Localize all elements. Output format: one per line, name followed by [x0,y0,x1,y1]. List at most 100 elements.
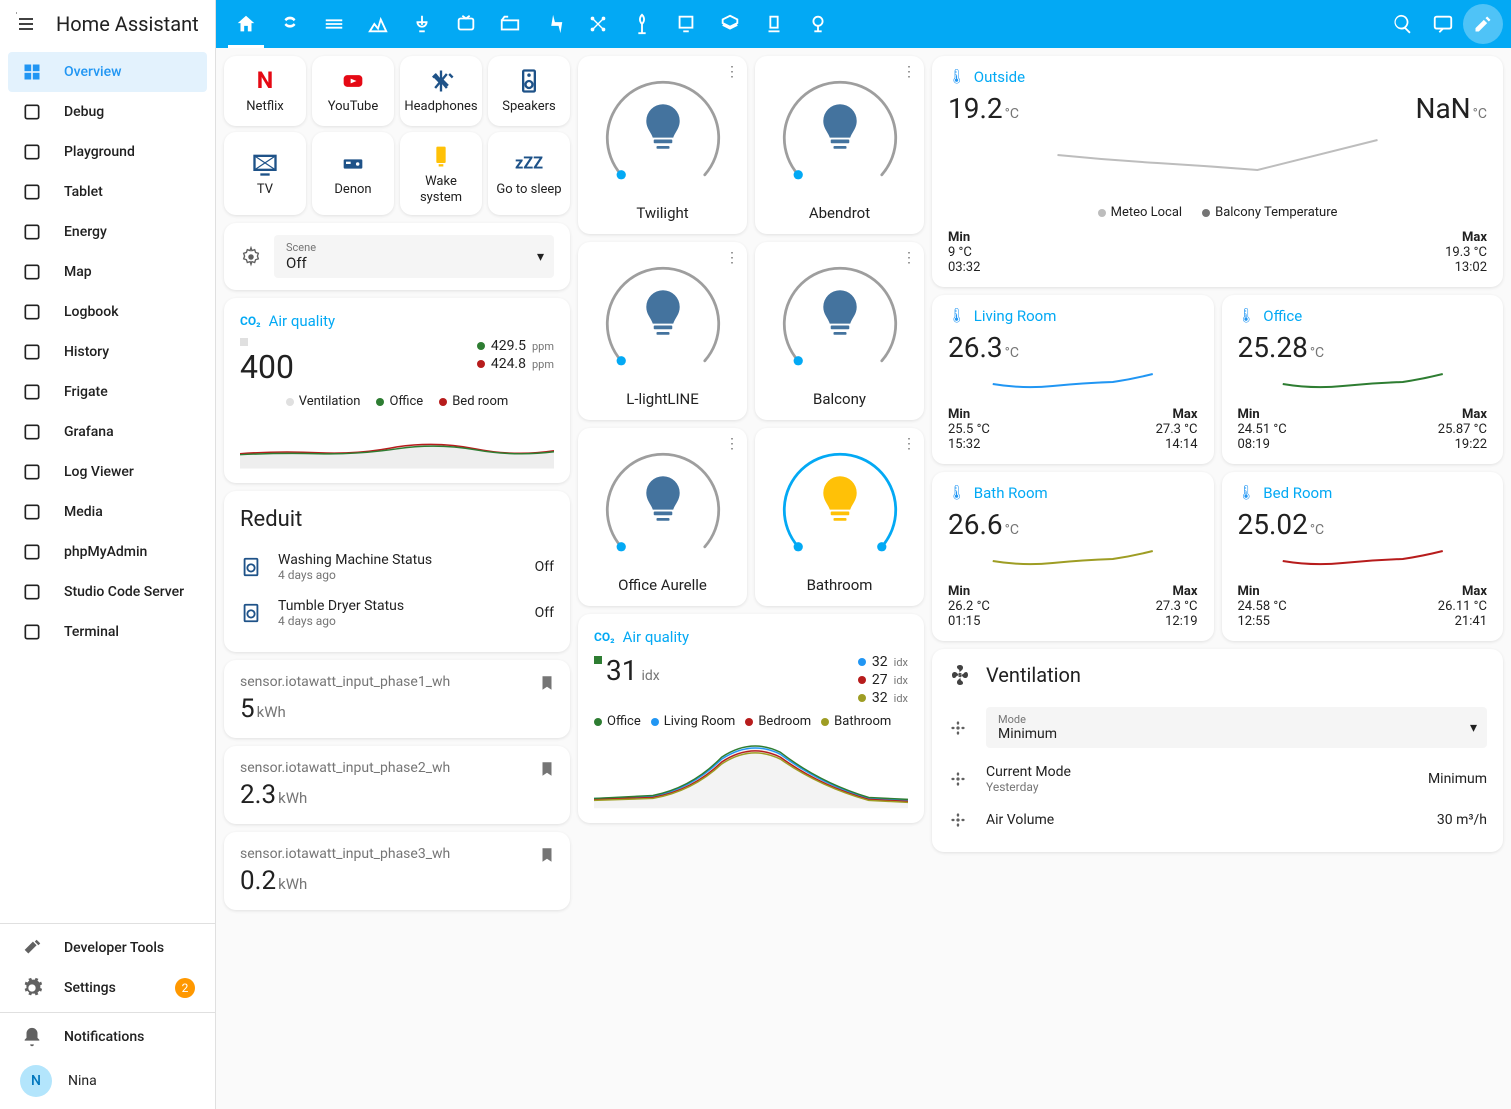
washer-icon [240,602,264,624]
quick-icon [515,67,543,95]
air-quality-card-1: CO₂ Air quality 400 429.5ppm424.8ppm Ven… [224,298,570,483]
sidebar-item-log-viewer[interactable]: Log Viewer [8,452,207,492]
air-quality-chart-2 [594,729,908,809]
topbar-tab-5[interactable] [444,0,488,48]
quick-button-tv[interactable]: TV [224,132,306,215]
sidebar-item-studio-code-server[interactable]: Studio Code Server [8,572,207,612]
topbar-tab-10[interactable] [664,0,708,48]
reduit-card: Reduit Washing Machine Status4 days agoO… [224,491,570,652]
quick-icon [427,67,455,95]
bookmark-icon [538,846,556,864]
sidebar-item-debug[interactable]: Debug [8,92,207,132]
sidebar-item-phpmyadmin[interactable]: phpMyAdmin [8,532,207,572]
quick-button-headphones[interactable]: Headphones [400,56,482,126]
bookmark-icon [538,674,556,692]
co2-icon: CO₂ [594,630,615,644]
nav-icon [20,220,44,244]
sidebar-notifications[interactable]: Notifications [8,1017,207,1057]
topbar-tab-12[interactable] [752,0,796,48]
room-card-bed-room[interactable]: 🌡Bed Room 25.02°C Min24.58 °C12:55 Max26… [1222,472,1504,641]
quick-button-youtube[interactable]: YouTube [312,56,394,126]
entity-row[interactable]: Washing Machine Status4 days agoOff [240,544,554,590]
ventilation-card: Ventilation Mode Minimum ▾ Current [932,649,1503,852]
air-quality-card-2: CO₂ Air quality 31 idx 32idx27idx32idx O… [578,614,924,823]
sidebar-item-grafana[interactable]: Grafana [8,412,207,452]
nav-icon [20,140,44,164]
nav-icon [20,580,44,604]
topbar [216,0,1511,48]
outside-chart [948,125,1487,195]
quick-button-speakers[interactable]: Speakers [488,56,570,126]
topbar-tab-8[interactable] [576,0,620,48]
topbar-tab-4[interactable] [400,0,444,48]
thermometer-icon: 🌡 [948,308,966,324]
sidebar-item-frigate[interactable]: Frigate [8,372,207,412]
sidebar-item-playground[interactable]: Playground [8,132,207,172]
light-card-balcony[interactable]: ⋮ Balcony [755,242,924,420]
room-card-bath-room[interactable]: 🌡Bath Room 26.6°C Min26.2 °C01:15 Max27.… [932,472,1214,641]
gear-icon [20,976,44,1000]
light-card-l-lightline[interactable]: ⋮ L-lightLINE [578,242,747,420]
light-card-twilight[interactable]: ⋮ Twilight [578,56,747,234]
quick-button-wake-system[interactable]: Wake system [400,132,482,215]
bell-icon [20,1025,44,1049]
topbar-tab-9[interactable] [620,0,664,48]
topbar-tab-6[interactable] [488,0,532,48]
sidebar-header: Home Assistant [0,0,215,48]
sensor-card[interactable]: sensor.iotawatt_input_phase3_wh0.2kWh [224,832,570,910]
topbar-tab-13[interactable] [796,0,840,48]
sidebar-item-tablet[interactable]: Tablet [8,172,207,212]
settings-badge: 2 [175,978,195,998]
vent-mode-select[interactable]: Mode Minimum ▾ [986,707,1487,748]
nav-icon [20,100,44,124]
sensor-card[interactable]: sensor.iotawatt_input_phase1_wh5kWh [224,660,570,738]
topbar-tab-0[interactable] [224,0,268,48]
co2-icon: CO₂ [240,314,261,328]
fan-icon [948,769,972,789]
sidebar-settings[interactable]: Settings 2 [8,968,207,1008]
light-card-bathroom[interactable]: ⋮ Bathroom [755,428,924,606]
outside-card: 🌡 Outside 19.2°C NaN°C Meteo LocalBalcon… [932,56,1503,287]
nav-icon [20,180,44,204]
thermometer-icon: 🌡 [948,485,966,501]
scene-select[interactable]: Scene Off ▾ [274,235,554,278]
nav-icon [20,340,44,364]
sidebar-item-terminal[interactable]: Terminal [8,612,207,652]
sidebar-item-history[interactable]: History [8,332,207,372]
quick-button-go-to-sleep[interactable]: zZZGo to sleep [488,132,570,215]
sensor-card[interactable]: sensor.iotawatt_input_phase2_wh2.3kWh [224,746,570,824]
quick-icon [427,142,455,170]
air-quality-chart-1 [240,409,554,469]
quick-button-netflix[interactable]: NNetflix [224,56,306,126]
thermometer-icon: 🌡 [1238,308,1256,324]
topbar-tab-11[interactable] [708,0,752,48]
edit-button[interactable] [1463,4,1503,44]
gear-icon[interactable] [240,246,262,268]
room-card-living-room[interactable]: 🌡Living Room 26.3°C Min25.5 °C15:32 Max2… [932,295,1214,464]
sidebar-item-overview[interactable]: Overview [8,52,207,92]
topbar-tab-3[interactable] [356,0,400,48]
sidebar-user[interactable]: N Nina [8,1057,207,1105]
topbar-tab-1[interactable] [268,0,312,48]
room-card-office[interactable]: 🌡Office 25.28°C Min24.51 °C08:19 Max25.8… [1222,295,1504,464]
sidebar-item-logbook[interactable]: Logbook [8,292,207,332]
chat-button[interactable] [1423,4,1463,44]
topbar-tab-7[interactable] [532,0,576,48]
sidebar-item-map[interactable]: Map [8,252,207,292]
app-title: Home Assistant [56,12,199,36]
entity-row[interactable]: Tumble Dryer Status4 days agoOff [240,590,554,636]
hammer-icon [20,936,44,960]
light-card-office-aurelle[interactable]: ⋮ Office Aurelle [578,428,747,606]
quick-button-denon[interactable]: Denon [312,132,394,215]
nav-icon [20,300,44,324]
sidebar-item-media[interactable]: Media [8,492,207,532]
quick-icon [251,150,279,178]
sidebar-item-energy[interactable]: Energy [8,212,207,252]
fan-icon [948,718,972,738]
thermometer-icon: 🌡 [948,69,966,85]
light-card-abendrot[interactable]: ⋮ Abendrot [755,56,924,234]
sidebar-dev-tools[interactable]: Developer Tools [8,928,207,968]
search-button[interactable] [1383,4,1423,44]
menu-icon[interactable] [16,12,40,36]
topbar-tab-2[interactable] [312,0,356,48]
